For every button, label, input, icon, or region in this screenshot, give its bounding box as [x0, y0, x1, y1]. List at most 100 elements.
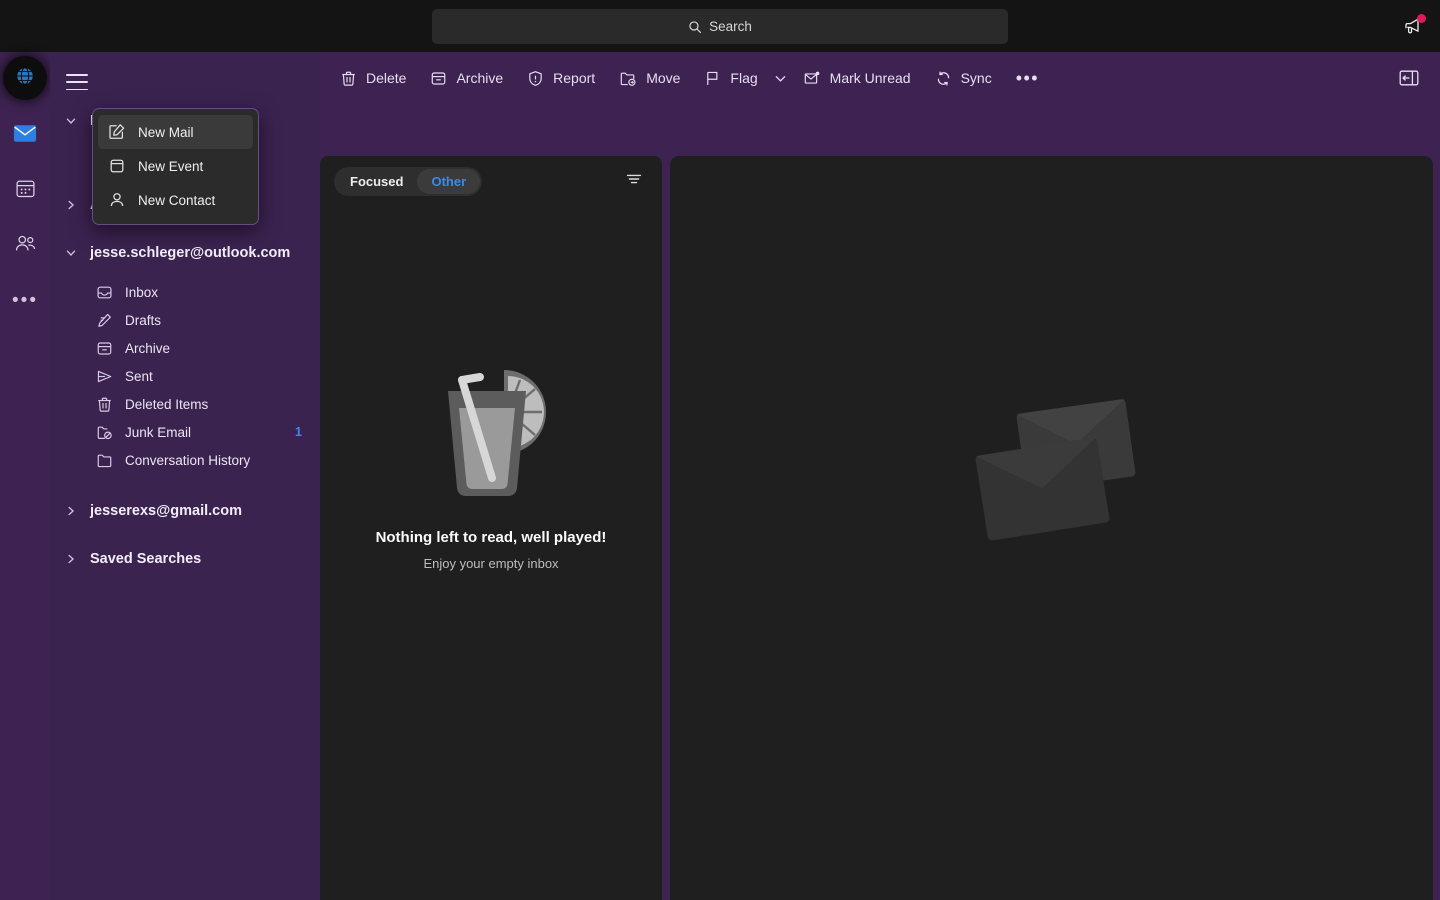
chevron-right-icon — [64, 553, 78, 565]
message-toolbar: Delete Archive Report Move Flag Mark Unr… — [320, 52, 1440, 104]
shield-alert-icon — [527, 70, 544, 87]
tab-focused[interactable]: Focused — [336, 169, 417, 194]
report-button[interactable]: Report — [515, 61, 607, 95]
toolbar-button-label: Archive — [456, 70, 504, 86]
trash-icon — [96, 396, 113, 413]
more-dots-icon: ••• — [12, 290, 38, 311]
sidebar-item-label: Drafts — [125, 312, 162, 328]
toolbar-button-label: Delete — [366, 70, 407, 86]
mark-unread-icon — [803, 70, 821, 87]
rail-item-more[interactable]: ••• — [5, 281, 45, 321]
sidebar-item-label: Sent — [125, 368, 153, 384]
sidebar-group-gmail-account[interactable]: jesserexs@gmail.com — [50, 494, 320, 528]
sidebar-group-label: jesse.schleger@outlook.com — [90, 245, 291, 261]
message-list-empty-state: Nothing left to read, well played! Enjoy… — [320, 356, 662, 571]
tab-label: Other — [431, 173, 467, 189]
drink-glass-icon — [416, 356, 566, 511]
avatar[interactable] — [3, 56, 47, 100]
rail-item-mail[interactable] — [5, 116, 45, 156]
filter-icon — [625, 170, 643, 193]
menu-item-label: New Event — [138, 158, 204, 174]
sidebar-item-inbox[interactable]: Inbox — [50, 278, 320, 306]
toolbar-button-label: Flag — [730, 70, 758, 86]
sidebar-group-saved-searches[interactable]: Saved Searches — [50, 542, 320, 576]
reading-pane-toggle-button[interactable] — [1386, 61, 1432, 95]
folder-icon — [96, 452, 113, 469]
message-list-header: Focused Other — [320, 156, 662, 206]
empty-state-subtitle: Enjoy your empty inbox — [423, 556, 559, 571]
toolbar-button-label: Report — [553, 70, 596, 86]
drafts-icon — [96, 312, 113, 329]
sidebar-header — [50, 60, 320, 104]
more-dots-icon: ••• — [1015, 68, 1040, 88]
sidebar-item-label: Inbox — [125, 284, 159, 300]
mail-app-window: Search ••• jesse.schleger@outlook.com In… — [0, 0, 1440, 900]
menu-item-label: New Contact — [138, 192, 216, 208]
chevron-down-icon — [64, 247, 78, 259]
toolbar-button-label: Move — [646, 70, 681, 86]
tab-label: Focused — [350, 173, 404, 189]
sidebar-group-outlook-account[interactable]: jesse.schleger@outlook.com — [50, 236, 320, 270]
calendar-event-icon — [108, 157, 126, 175]
mark-unread-button[interactable]: Mark Unread — [791, 61, 923, 95]
menu-item-new-event[interactable]: New Event — [98, 149, 253, 183]
delete-button[interactable]: Delete — [328, 61, 418, 95]
tab-other[interactable]: Other — [417, 168, 481, 194]
move-folder-icon — [619, 70, 637, 87]
notifications-button[interactable] — [1394, 8, 1432, 44]
chevron-down-icon — [64, 115, 78, 127]
message-list-pane: Focused Other Nothing left to read, well… — [320, 156, 662, 900]
toolbar-button-label: Mark Unread — [829, 70, 911, 86]
filter-button[interactable] — [620, 167, 648, 195]
unread-count-badge: 1 — [295, 425, 302, 439]
sidebar-item-label: Conversation History — [125, 452, 251, 468]
reading-pane-icon — [1398, 68, 1420, 88]
junk-icon — [96, 424, 113, 441]
sidebar-item-label: Junk Email — [125, 424, 192, 440]
top-bar: Search — [0, 0, 1440, 52]
sidebar-item-conversation-history[interactable]: Conversation History — [50, 446, 320, 474]
sidebar-item-label: Deleted Items — [125, 396, 209, 412]
toolbar-button-label: Sync — [960, 70, 992, 86]
sync-button[interactable]: Sync — [923, 61, 1004, 95]
menu-item-new-mail[interactable]: New Mail — [98, 115, 253, 149]
reading-pane — [670, 156, 1433, 900]
mail-icon — [13, 124, 37, 148]
toolbar-overflow-button[interactable]: ••• — [1004, 61, 1051, 95]
person-icon — [108, 191, 126, 209]
sidebar-item-label: Archive — [125, 340, 171, 356]
search-icon — [688, 20, 702, 34]
flag-icon — [704, 70, 721, 87]
sync-icon — [935, 70, 952, 87]
hamburger-icon[interactable] — [66, 74, 88, 90]
archive-button[interactable]: Archive — [418, 61, 515, 95]
chevron-right-icon — [64, 505, 78, 517]
sidebar-group-label: jesserexs@gmail.com — [90, 503, 242, 519]
sidebar-item-drafts[interactable]: Drafts — [50, 306, 320, 334]
rail-item-people[interactable] — [5, 226, 45, 266]
search-input[interactable]: Search — [432, 9, 1008, 44]
menu-item-label: New Mail — [138, 124, 194, 140]
move-button[interactable]: Move — [607, 61, 692, 95]
sidebar-item-sent[interactable]: Sent — [50, 362, 320, 390]
archive-icon — [430, 70, 447, 87]
notification-badge-dot — [1417, 14, 1426, 23]
rail-item-calendar[interactable] — [5, 171, 45, 211]
people-icon — [14, 233, 37, 259]
flag-dropdown-chevron-down-icon[interactable] — [770, 72, 791, 85]
trash-icon — [340, 70, 357, 87]
sidebar-item-deleted-items[interactable]: Deleted Items — [50, 390, 320, 418]
reading-pane-empty-state — [670, 156, 1433, 900]
app-shell: ••• F — [0, 52, 1440, 900]
new-item-dropdown-menu: New Mail New Event New Contact — [92, 108, 259, 225]
envelope-front — [974, 436, 1110, 541]
sidebar-group-label: Saved Searches — [90, 551, 202, 567]
sidebar-item-archive[interactable]: Archive — [50, 334, 320, 362]
envelopes-icon — [974, 398, 1145, 548]
sidebar-item-junk-email[interactable]: Junk Email 1 — [50, 418, 320, 446]
flag-button[interactable]: Flag — [692, 61, 769, 95]
compose-icon — [108, 123, 126, 141]
chevron-right-icon — [64, 199, 78, 211]
menu-item-new-contact[interactable]: New Contact — [98, 183, 253, 217]
calendar-icon — [15, 178, 36, 204]
